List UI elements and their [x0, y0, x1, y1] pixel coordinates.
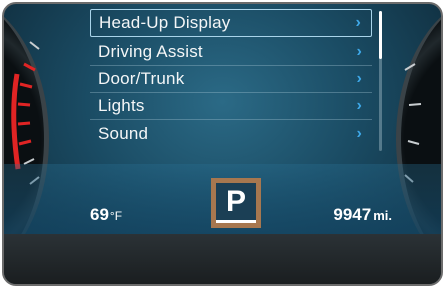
menu-item-label: Sound: [98, 123, 149, 143]
gear-indicator: P: [211, 178, 261, 228]
odometer: 9947 mi.: [333, 205, 392, 225]
menu-scrollbar[interactable]: [379, 11, 382, 151]
menu-item-head-up-display[interactable]: Head-Up Display ›: [90, 9, 372, 37]
menu-item-driving-assist[interactable]: Driving Assist ›: [90, 39, 372, 66]
menu-item-lights[interactable]: Lights ›: [90, 93, 372, 120]
chevron-right-icon: ›: [356, 97, 362, 114]
menu-item-label: Driving Assist: [98, 42, 203, 61]
chevron-right-icon: ›: [355, 14, 361, 31]
menu-item-sound[interactable]: Sound ›: [90, 120, 372, 147]
outside-temperature: 69°F: [90, 205, 122, 225]
chevron-right-icon: ›: [356, 124, 362, 142]
temperature-unit: °F: [109, 209, 123, 223]
instrument-cluster-display: Head-Up Display › Driving Assist › Door/…: [2, 2, 443, 286]
menu-item-label: Head-Up Display: [99, 13, 231, 32]
lower-panel: [4, 234, 441, 284]
menu-item-label: Door/Trunk: [98, 69, 185, 88]
settings-menu: Head-Up Display › Driving Assist › Door/…: [90, 9, 372, 147]
menu-item-label: Lights: [98, 96, 145, 115]
gear-letter: P: [216, 183, 256, 223]
chevron-right-icon: ›: [356, 43, 362, 60]
odometer-value: 9947: [333, 205, 372, 224]
scrollbar-thumb[interactable]: [379, 11, 382, 59]
chevron-right-icon: ›: [356, 70, 362, 87]
odometer-unit: mi.: [373, 208, 392, 223]
temperature-value: 69: [90, 205, 109, 224]
menu-item-door-trunk[interactable]: Door/Trunk ›: [90, 66, 372, 93]
